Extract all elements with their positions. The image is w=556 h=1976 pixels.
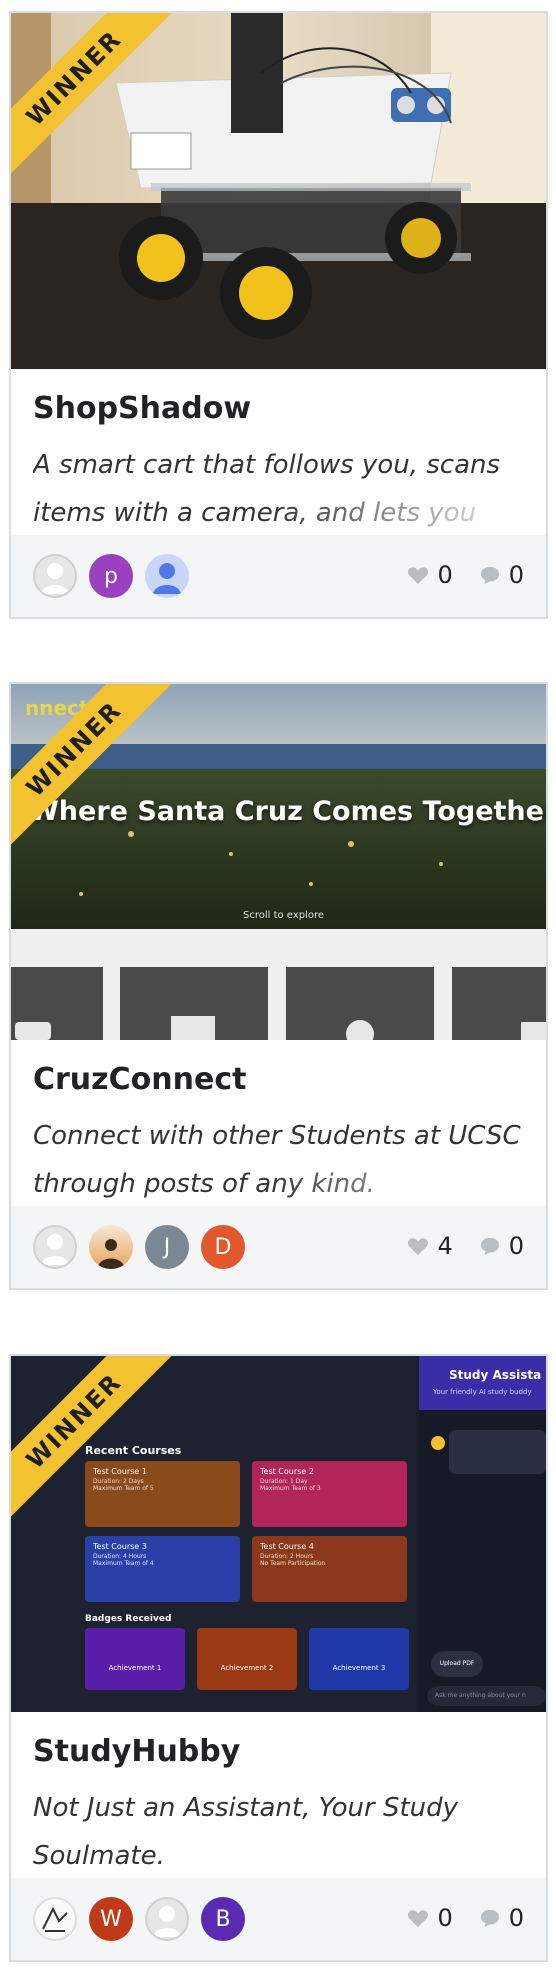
avatar[interactable]: W [89, 1897, 133, 1941]
chat-title: Study Assista [449, 1368, 542, 1382]
project-card[interactable]: Recent Courses Test Course 1 Duration: 2… [9, 1354, 548, 1962]
course-card[interactable]: Test Course 2 Duration: 1 Day Maximum Te… [252, 1461, 407, 1527]
default-user-icon [153, 1906, 181, 1937]
recent-courses-heading: Recent Courses [85, 1444, 182, 1457]
project-description: Not Just an Assistant, Your Study Soulma… [33, 1784, 528, 1876]
like-button[interactable]: 0 [407, 561, 453, 589]
avatar[interactable]: B [201, 1897, 245, 1941]
avatar[interactable] [89, 1225, 133, 1269]
course-card[interactable]: Test Course 3 Duration: 4 Hours Maximum … [85, 1536, 240, 1602]
comment-count: 0 [508, 1904, 524, 1932]
avatar[interactable] [33, 1897, 77, 1941]
chat-bubble [449, 1430, 546, 1474]
avatar[interactable]: p [89, 554, 133, 598]
photo-avatar-icon [97, 1239, 125, 1269]
assistant-avatar-icon [431, 1436, 445, 1450]
chat-subtitle: Your friendly AI study buddy [433, 1388, 532, 1396]
project-title[interactable]: ShopShadow [33, 391, 251, 426]
project-title[interactable]: StudyHubby [33, 1734, 240, 1769]
comment-button[interactable]: 0 [479, 1232, 524, 1260]
card-footer: W B 0 0 [11, 1878, 546, 1960]
hero-headline: Where Santa Cruz Comes Together [29, 796, 546, 827]
sketch-avatar-icon [42, 1906, 68, 1932]
upload-pdf-button[interactable]: Upload PDF [431, 1651, 483, 1677]
chat-panel: Study Assista Your friendly AI study bud… [419, 1356, 546, 1712]
project-card[interactable]: WINNER ShopShadow A smart cart that foll… [9, 11, 548, 619]
comment-count: 0 [508, 1232, 524, 1260]
avatar[interactable]: D [201, 1225, 245, 1269]
heart-icon [408, 567, 429, 585]
avatar[interactable] [33, 554, 77, 598]
avatar[interactable] [145, 1897, 189, 1941]
achievement-badge: Achievement 3 [309, 1628, 409, 1690]
like-count: 4 [437, 1232, 453, 1260]
project-thumbnail: Recent Courses Test Course 1 Duration: 2… [11, 1356, 546, 1712]
avatar[interactable]: J [145, 1225, 189, 1269]
card-footer: J D 4 0 [11, 1206, 546, 1288]
project-thumbnail: WINNER [11, 13, 546, 369]
scroll-hint: Scroll to explore [243, 910, 324, 921]
team-avatars: p [33, 554, 189, 598]
user-icon [153, 563, 181, 594]
course-card[interactable]: Test Course 1 Duration: 2 Days Maximum T… [85, 1461, 240, 1527]
comment-button[interactable]: 0 [479, 1904, 524, 1932]
heart-icon [408, 1238, 429, 1256]
card-stats: 0 0 [407, 1904, 524, 1932]
card-footer: p 0 0 [11, 535, 546, 617]
default-user-icon [41, 1234, 69, 1265]
chat-input[interactable]: Ask me anything about your n [427, 1686, 546, 1706]
like-count: 0 [437, 1904, 453, 1932]
project-description: Connect with other Students at UCSC thro… [33, 1112, 528, 1204]
comment-icon [480, 566, 499, 585]
team-avatars: W B [33, 1897, 245, 1941]
project-card[interactable]: nnect Where Santa Cruz Comes Together Sc… [9, 682, 548, 1290]
achievement-badge: Achievement 1 [85, 1628, 185, 1690]
comment-icon [480, 1237, 499, 1256]
project-thumbnail: nnect Where Santa Cruz Comes Together Sc… [11, 684, 546, 1040]
card-stats: 4 0 [407, 1232, 524, 1260]
comment-icon [480, 1909, 499, 1928]
avatar[interactable] [145, 554, 189, 598]
course-card[interactable]: Test Course 4 Duration: 2 Hours No Team … [252, 1536, 407, 1602]
comment-count: 0 [508, 561, 524, 589]
heart-icon [408, 1910, 429, 1928]
card-stats: 0 0 [407, 561, 524, 589]
achievement-badge: Achievement 2 [197, 1628, 297, 1690]
badges-heading: Badges Received [85, 1614, 172, 1624]
like-button[interactable]: 0 [407, 1904, 453, 1932]
project-title[interactable]: CruzConnect [33, 1062, 246, 1097]
default-user-icon [41, 563, 69, 594]
like-count: 0 [437, 561, 453, 589]
avatar[interactable] [33, 1225, 77, 1269]
like-button[interactable]: 4 [407, 1232, 453, 1260]
chat-header [419, 1356, 546, 1410]
team-avatars: J D [33, 1225, 245, 1269]
comment-button[interactable]: 0 [479, 561, 524, 589]
project-description: A smart cart that follows you, scans ite… [33, 441, 528, 533]
